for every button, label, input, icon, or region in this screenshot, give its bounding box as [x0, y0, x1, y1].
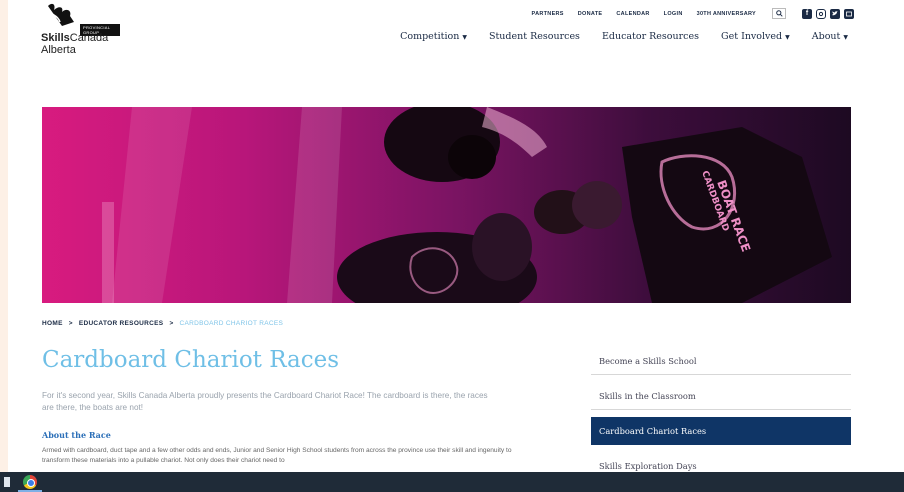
breadcrumb-current: CARDBOARD CHARIOT RACES [179, 320, 284, 327]
utility-link-anniversary[interactable]: 30TH ANNIVERSARY [697, 11, 756, 17]
nav-educator-resources[interactable]: Educator Resources [602, 31, 699, 42]
search-button[interactable] [772, 8, 786, 19]
chrome-icon[interactable] [23, 475, 37, 489]
youtube-icon[interactable] [844, 8, 854, 19]
utility-link-login[interactable]: LOGIN [664, 11, 683, 17]
social-links: f [802, 8, 854, 19]
hero-photo: BOAT RACE CARDBOARD [102, 107, 832, 303]
left-edge-strip [0, 0, 8, 472]
facebook-icon[interactable]: f [802, 8, 812, 19]
breadcrumb-separator: > [169, 320, 174, 327]
logo-mark-icon [48, 3, 74, 27]
search-icon [775, 10, 783, 17]
sidebar-item-skills-in-classroom[interactable]: Skills in the Classroom [591, 382, 851, 410]
nav-about[interactable]: About ▼ [812, 31, 848, 42]
body-paragraph: Armed with cardboard, duct tape and a fe… [42, 447, 512, 464]
chevron-down-icon: ▼ [462, 34, 467, 41]
site-logo[interactable]: PROVINCIAL GROUP SkillsCanada Alberta [40, 2, 120, 58]
os-taskbar [0, 472, 904, 492]
logo-region: Alberta [41, 44, 76, 56]
section-heading-about: About the Race [42, 430, 111, 440]
nav-get-involved[interactable]: Get Involved ▼ [721, 31, 790, 42]
breadcrumb-home[interactable]: HOME [42, 320, 63, 327]
breadcrumb-separator: > [68, 320, 73, 327]
breadcrumb: HOME > EDUCATOR RESOURCES > CARDBOARD CH… [42, 320, 283, 327]
chevron-down-icon: ▼ [843, 34, 848, 41]
nav-competition[interactable]: Competition ▼ [400, 31, 467, 42]
start-button-icon[interactable] [4, 477, 10, 487]
sidebar-item-cardboard-chariot-races[interactable]: Cardboard Chariot Races [591, 417, 851, 445]
main-nav: Competition ▼ Student Resources Educator … [378, 31, 848, 42]
sidebar-item-become-skills-school[interactable]: Become a Skills School [591, 347, 851, 375]
utility-link-partners[interactable]: PARTNERS [532, 11, 564, 17]
utility-nav: PARTNERS DONATE CALENDAR LOGIN 30TH ANNI… [518, 8, 854, 19]
instagram-icon[interactable] [816, 8, 826, 19]
nav-student-resources[interactable]: Student Resources [489, 31, 580, 42]
logo-name: SkillsCanada [41, 32, 109, 44]
utility-link-donate[interactable]: DONATE [578, 11, 603, 17]
breadcrumb-educator-resources[interactable]: EDUCATOR RESOURCES [79, 320, 164, 327]
utility-link-calendar[interactable]: CALENDAR [616, 11, 649, 17]
hero-banner: BOAT RACE CARDBOARD [42, 107, 851, 303]
intro-paragraph: For it's second year, Skills Canada Albe… [42, 391, 488, 412]
page-title: Cardboard Chariot Races [42, 347, 340, 373]
twitter-icon[interactable] [830, 8, 840, 19]
chevron-down-icon: ▼ [785, 34, 790, 41]
sidebar-nav: Become a Skills School Skills in the Cla… [591, 347, 851, 487]
